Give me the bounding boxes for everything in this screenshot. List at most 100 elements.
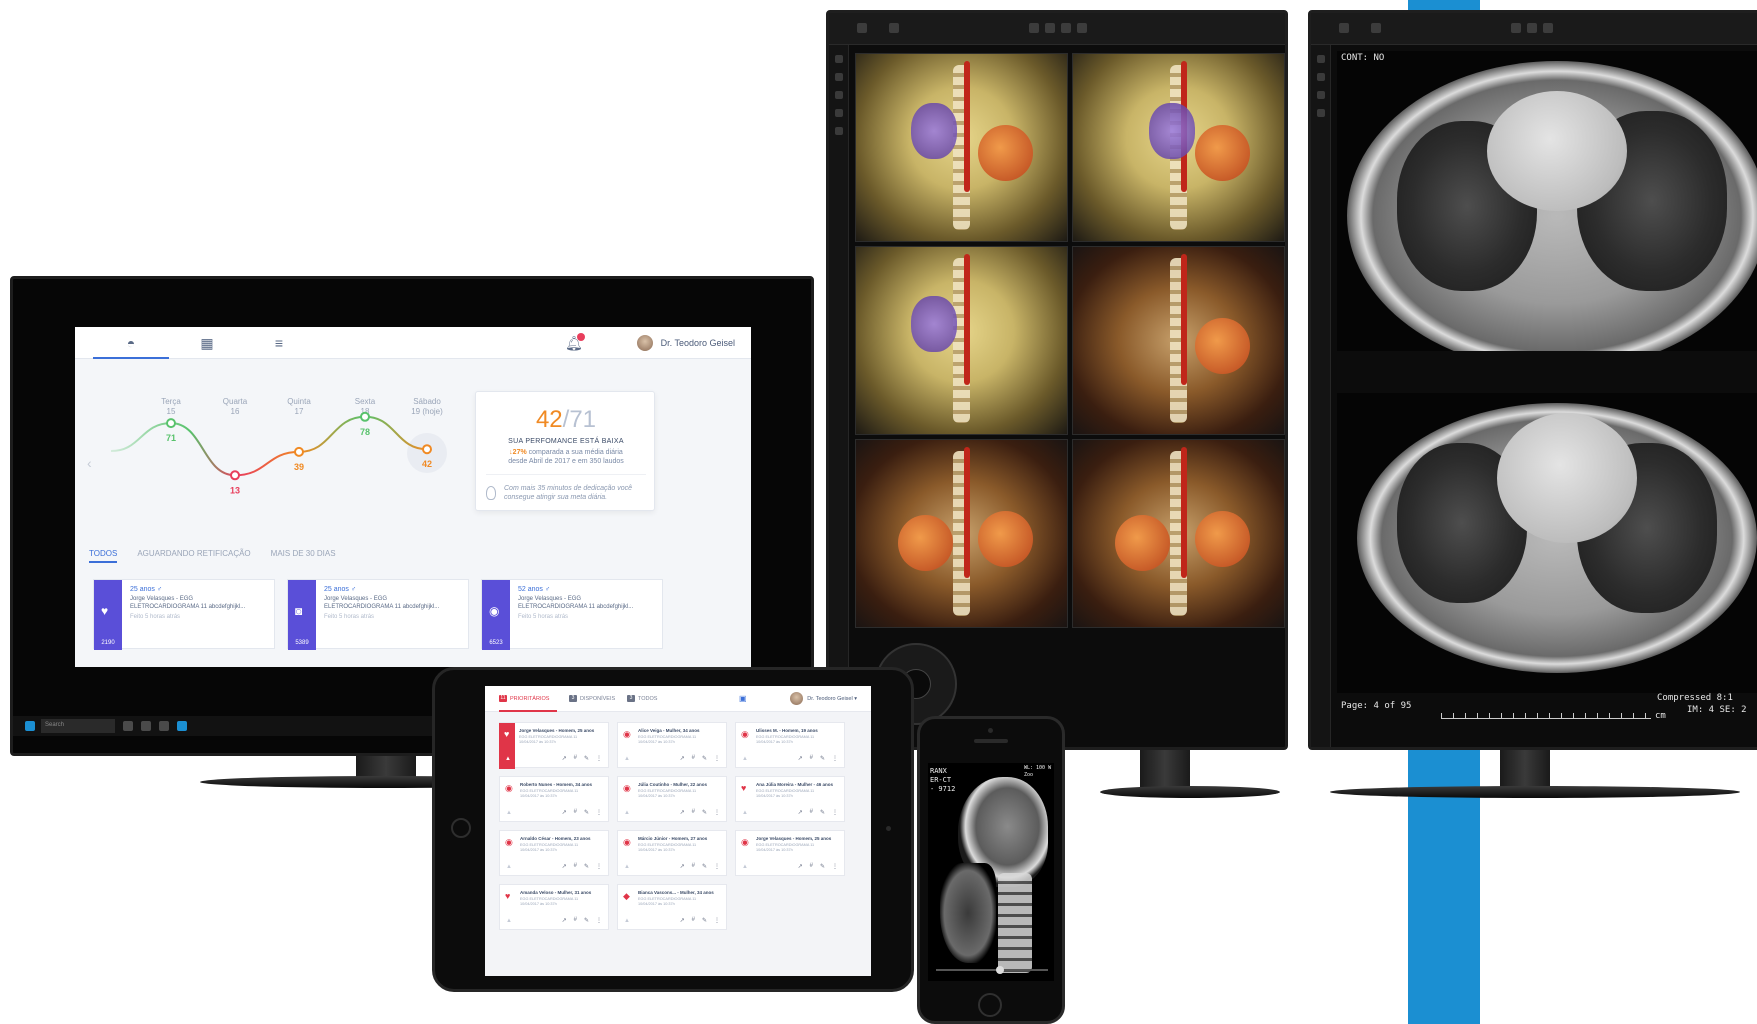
dashboard-icon[interactable]: ◓ bbox=[123, 335, 139, 351]
copy-icon[interactable]: # bbox=[574, 809, 577, 816]
edge-icon[interactable] bbox=[141, 721, 151, 731]
user-menu[interactable]: Dr. Teodoro Geisel ▾ bbox=[790, 692, 857, 705]
tablet-home-button[interactable] bbox=[451, 818, 471, 838]
folder-icon[interactable] bbox=[159, 721, 169, 731]
ct-slice-lower[interactable] bbox=[1337, 393, 1757, 693]
open-icon[interactable]: ↗ bbox=[562, 755, 567, 762]
tab-disponiveis[interactable]: 3 DISPONÍVEIS bbox=[569, 695, 615, 702]
tab-aguardando-retificacao[interactable]: AGUARDANDO RETIFICAÇÃO bbox=[137, 549, 250, 563]
edit-icon[interactable]: ✎ bbox=[702, 917, 707, 924]
edit-icon[interactable]: ✎ bbox=[584, 917, 589, 924]
more-icon[interactable]: ⋮ bbox=[714, 917, 720, 924]
copy-icon[interactable]: # bbox=[692, 917, 695, 924]
more-icon[interactable]: ⋮ bbox=[714, 863, 720, 870]
copy-icon[interactable]: # bbox=[574, 917, 577, 924]
exam-card[interactable]: ◉ Márcio Júnior - Homem, 27 anos EGG ELETR… bbox=[617, 830, 727, 876]
more-icon[interactable]: ⋮ bbox=[714, 755, 720, 762]
copy-icon[interactable]: # bbox=[810, 809, 813, 816]
chart-point[interactable] bbox=[422, 444, 432, 455]
exam-card[interactable]: ◉ Alice Veiga - Mulher, 34 anos EGG ELETRO… bbox=[617, 722, 727, 768]
phone-ct-viewer[interactable]: RANX ER-CT - 9712 WL: 100 W Zoo bbox=[928, 763, 1054, 981]
more-icon[interactable]: ⋮ bbox=[596, 809, 602, 816]
tab-prioritarios[interactable]: 11 PRIORITÁRIOS bbox=[499, 695, 549, 702]
open-icon[interactable]: ↗ bbox=[798, 809, 803, 816]
exam-card[interactable]: ◉ Ulisses M. - Homem, 19 anos EGG ELETROCA… bbox=[735, 722, 845, 768]
chart-point[interactable] bbox=[230, 470, 240, 481]
tab-todos[interactable]: 3 TODOS bbox=[627, 695, 657, 702]
open-icon[interactable]: ↗ bbox=[562, 917, 567, 924]
measure-tool-icon[interactable] bbox=[1317, 109, 1325, 117]
layout-2-icon[interactable] bbox=[1527, 23, 1537, 33]
3d-render-viewport[interactable] bbox=[855, 439, 1068, 628]
more-icon[interactable]: ⋮ bbox=[596, 917, 602, 924]
user-menu[interactable]: Dr. Teodoro Geisel bbox=[634, 333, 735, 353]
edit-icon[interactable]: ✎ bbox=[584, 755, 589, 762]
layout-4-icon[interactable] bbox=[1077, 23, 1087, 33]
layout-1-icon[interactable] bbox=[1511, 23, 1521, 33]
open-icon[interactable]: ↗ bbox=[798, 755, 803, 762]
edit-icon[interactable]: ✎ bbox=[702, 863, 707, 870]
3d-render-viewport[interactable] bbox=[855, 53, 1068, 242]
3d-render-viewport[interactable] bbox=[855, 246, 1068, 435]
store-icon[interactable] bbox=[177, 721, 187, 731]
copy-icon[interactable]: # bbox=[810, 863, 813, 870]
edit-icon[interactable]: ✎ bbox=[702, 809, 707, 816]
zoom-tool-icon[interactable] bbox=[835, 55, 843, 63]
windows-start-icon[interactable] bbox=[25, 721, 35, 731]
toolbar-undo-icon[interactable] bbox=[857, 23, 867, 33]
more-icon[interactable]: ⋮ bbox=[832, 809, 838, 816]
open-icon[interactable]: ↗ bbox=[680, 809, 685, 816]
exam-card[interactable]: ◉ Júlia Coutinho - Mulher, 22 anos EGG ELE… bbox=[617, 776, 727, 822]
more-icon[interactable]: ⋮ bbox=[596, 755, 602, 762]
edit-icon[interactable]: ✎ bbox=[584, 863, 589, 870]
copy-icon[interactable]: # bbox=[810, 755, 813, 762]
copy-icon[interactable]: # bbox=[574, 863, 577, 870]
3d-render-viewport[interactable] bbox=[1072, 53, 1285, 242]
exam-card[interactable]: ♥ Jorge Velasques - Homem, 25 anos EGG ELE… bbox=[499, 722, 609, 769]
slice-slider[interactable] bbox=[936, 966, 1048, 974]
window-tool-icon[interactable] bbox=[835, 91, 843, 99]
copy-icon[interactable]: # bbox=[692, 755, 695, 762]
tab-mais-de-30-dias[interactable]: MAIS DE 30 DIAS bbox=[271, 549, 336, 563]
exam-card[interactable]: ◆ Bianca Vascons... - Mulher, 34 anos EGG … bbox=[617, 884, 727, 930]
open-icon[interactable]: ↗ bbox=[562, 863, 567, 870]
edit-icon[interactable]: ✎ bbox=[584, 809, 589, 816]
3d-render-viewport[interactable] bbox=[1072, 439, 1285, 628]
layout-2-icon[interactable] bbox=[1045, 23, 1055, 33]
measure-tool-icon[interactable] bbox=[835, 109, 843, 117]
exam-card[interactable]: ♥ 2190 25 anos ♂ Jorge Velasques - EGG EL… bbox=[93, 579, 275, 650]
layout-3-icon[interactable] bbox=[1543, 23, 1553, 33]
more-icon[interactable]: ⋮ bbox=[832, 863, 838, 870]
chart-point[interactable] bbox=[360, 411, 370, 422]
open-icon[interactable]: ↗ bbox=[680, 755, 685, 762]
more-icon[interactable]: ⋮ bbox=[714, 809, 720, 816]
chart-point[interactable] bbox=[166, 418, 176, 429]
exam-card[interactable]: ♥ Amanda Veloso - Mulher, 31 anos EGG ELET… bbox=[499, 884, 609, 930]
toolbar-monitor-icon[interactable] bbox=[1371, 23, 1381, 33]
phone-home-button[interactable] bbox=[978, 993, 1002, 1017]
exam-card[interactable]: ◉ Roberto Nunes - Homem, 34 anos EGG ELETR… bbox=[499, 776, 609, 822]
copy-icon[interactable]: # bbox=[574, 755, 577, 762]
toolbar-monitor-icon[interactable] bbox=[889, 23, 899, 33]
layers-icon[interactable]: ≡ bbox=[271, 335, 287, 351]
chart-point[interactable] bbox=[294, 446, 304, 457]
pan-tool-icon[interactable] bbox=[835, 73, 843, 81]
open-icon[interactable]: ↗ bbox=[562, 809, 567, 816]
open-icon[interactable]: ↗ bbox=[680, 863, 685, 870]
edit-icon[interactable]: ✎ bbox=[702, 755, 707, 762]
taskbar-search[interactable]: Search bbox=[41, 719, 115, 733]
window-tool-icon[interactable] bbox=[1317, 91, 1325, 99]
zoom-tool-icon[interactable] bbox=[1317, 55, 1325, 63]
3d-render-viewport[interactable] bbox=[1072, 246, 1285, 435]
ct-slice-upper[interactable]: CONT: NO bbox=[1337, 51, 1757, 351]
layout-1-icon[interactable] bbox=[1029, 23, 1039, 33]
rotate-tool-icon[interactable] bbox=[835, 127, 843, 135]
edit-icon[interactable]: ✎ bbox=[820, 809, 825, 816]
layout-3-icon[interactable] bbox=[1061, 23, 1071, 33]
task-view-icon[interactable] bbox=[123, 721, 133, 731]
exam-card[interactable]: ♥ Ana Júlia Moreira - Mulher - 46 anos EGG… bbox=[735, 776, 845, 822]
copy-icon[interactable]: # bbox=[692, 863, 695, 870]
copy-icon[interactable]: # bbox=[692, 809, 695, 816]
edit-icon[interactable]: ✎ bbox=[820, 755, 825, 762]
tab-todos[interactable]: TODOS bbox=[89, 549, 118, 563]
